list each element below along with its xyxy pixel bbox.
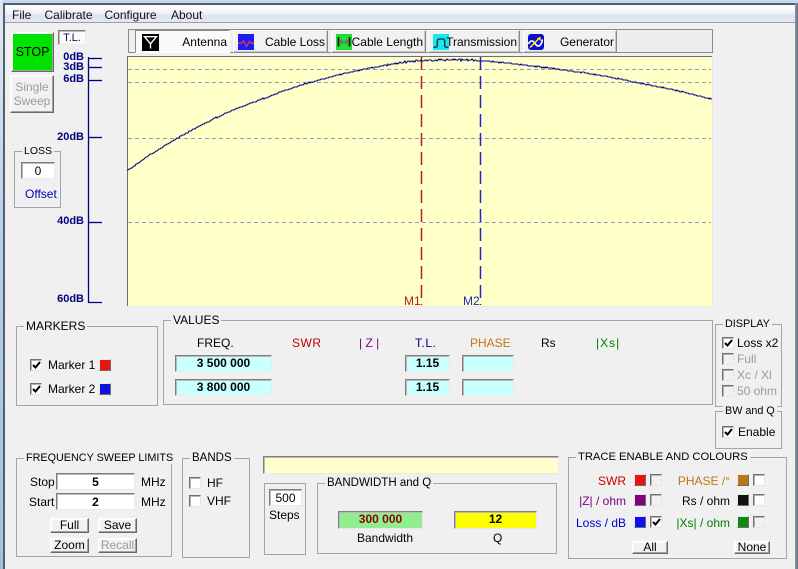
- svg-text:M2: M2: [463, 294, 480, 308]
- svg-text:M1: M1: [404, 294, 421, 308]
